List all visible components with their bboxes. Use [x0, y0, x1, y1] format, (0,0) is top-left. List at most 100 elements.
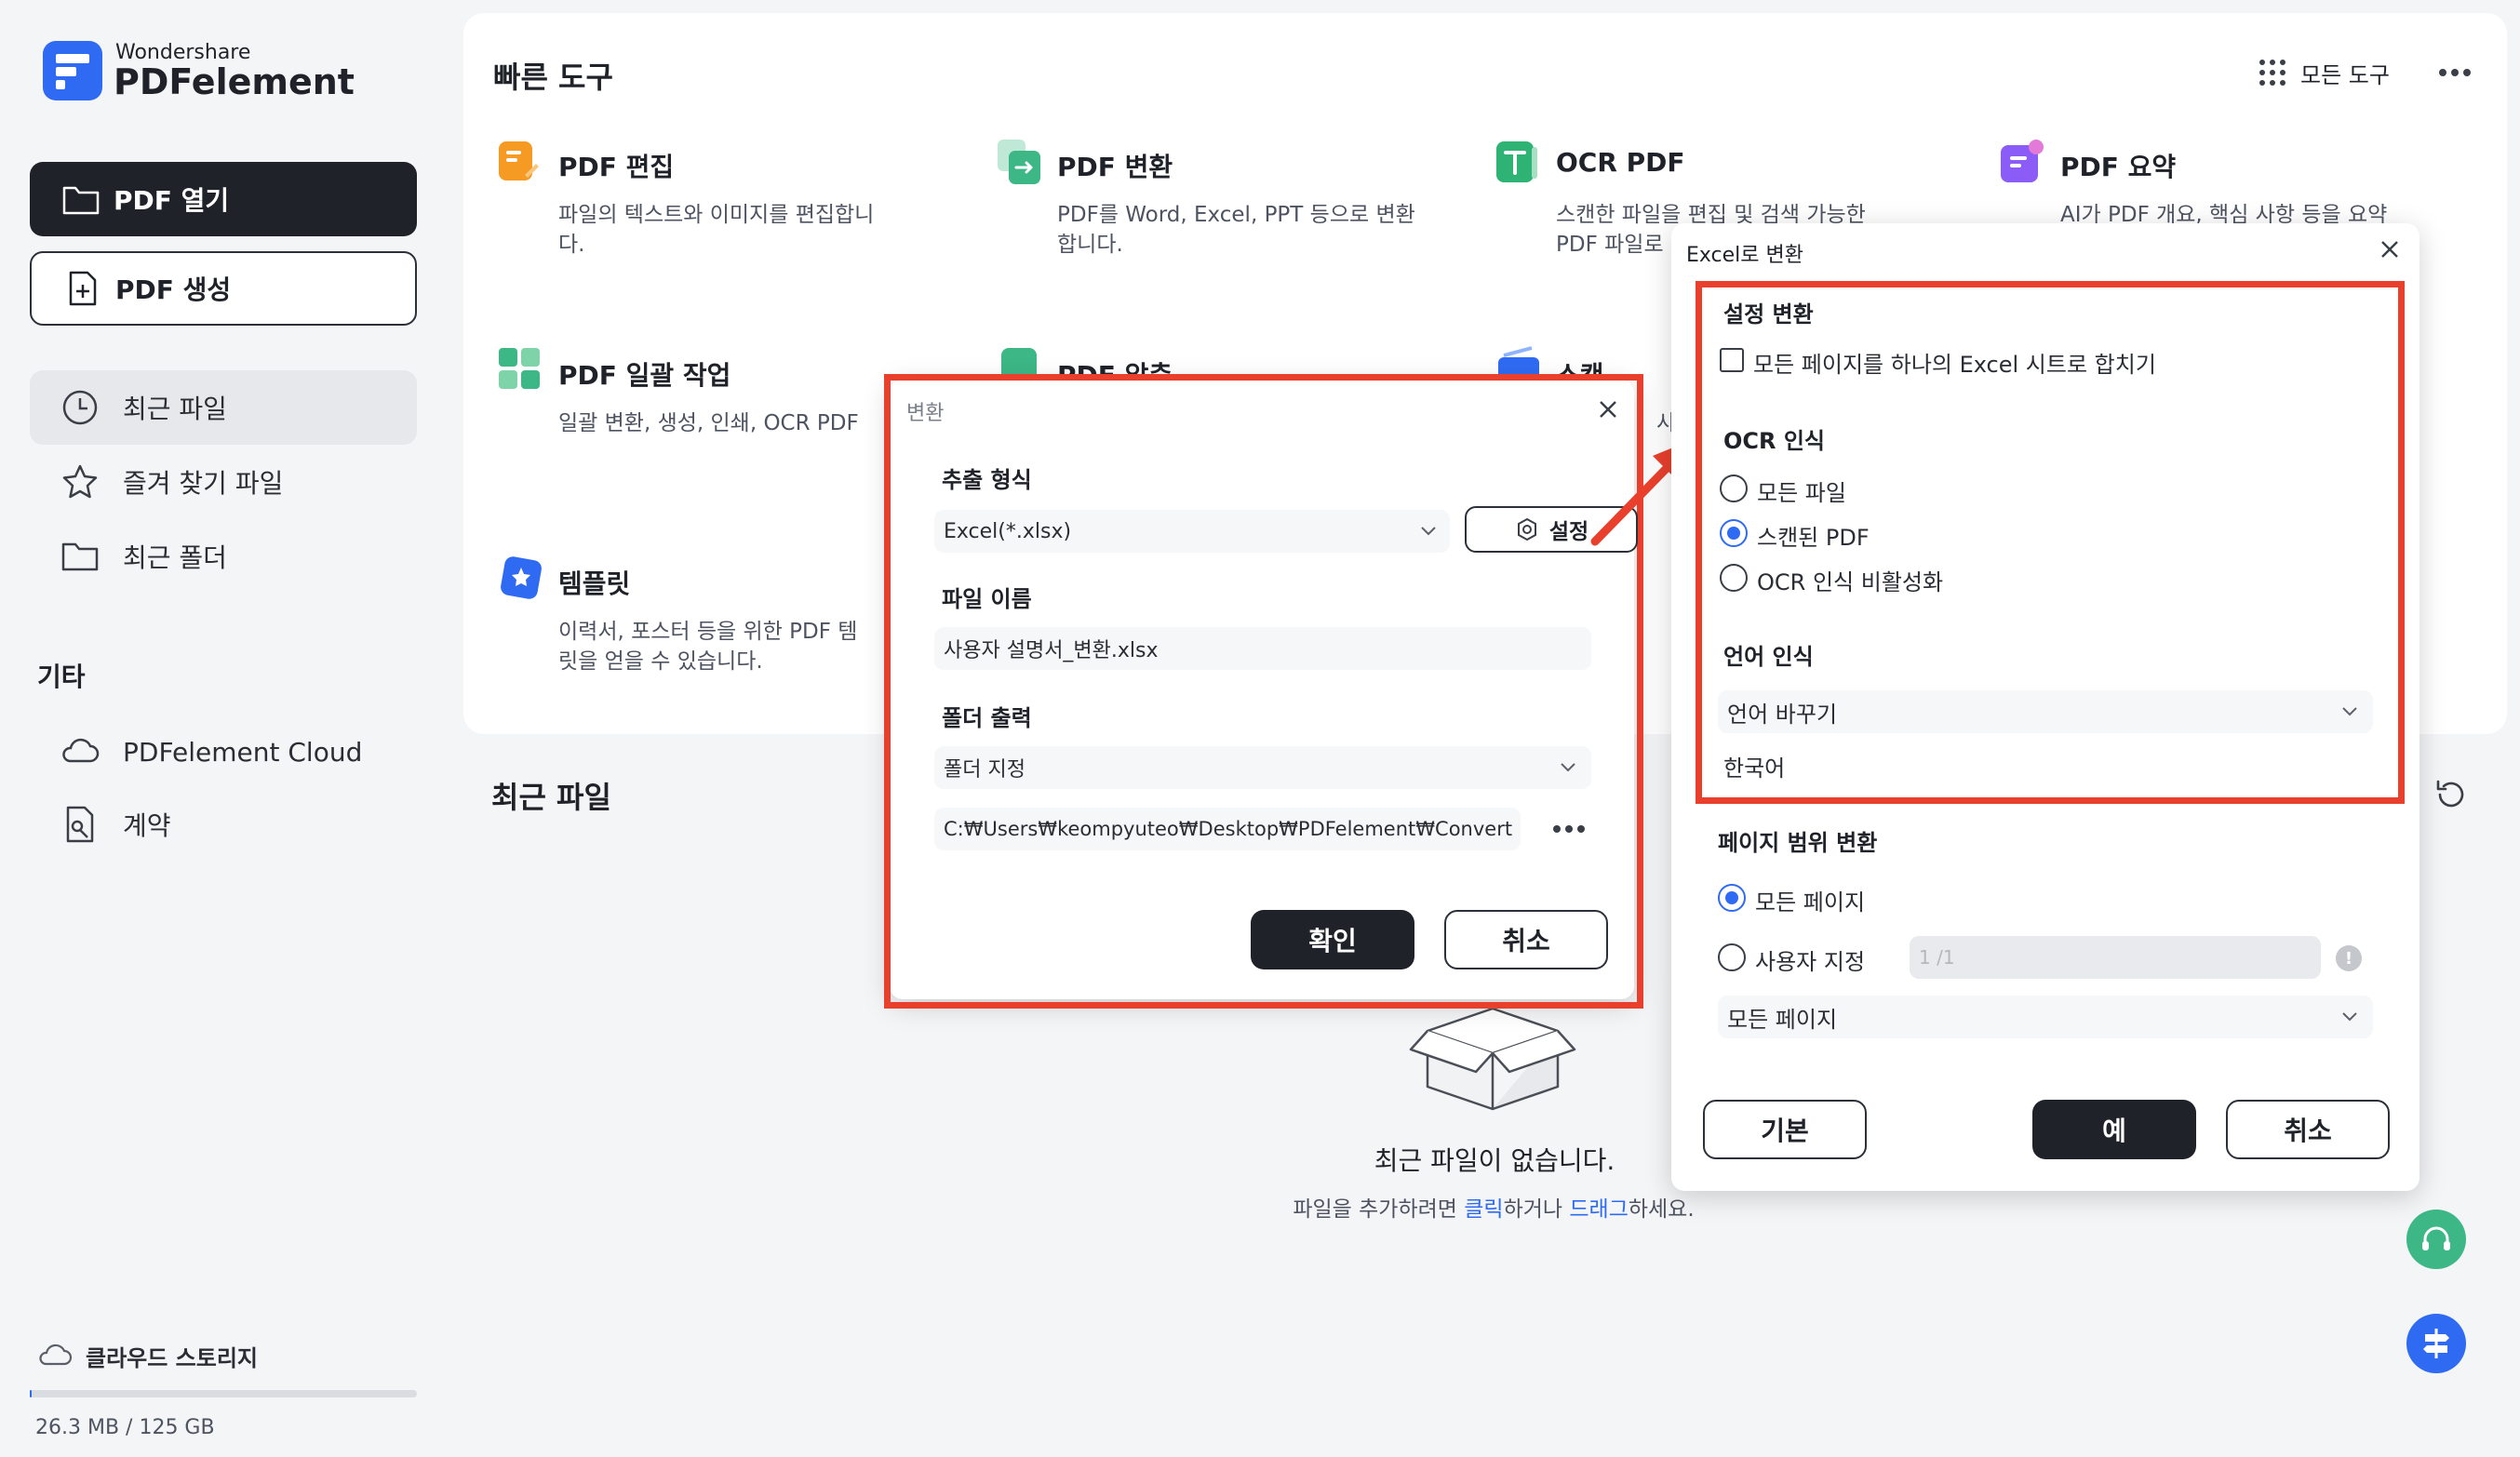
- gear-icon: [1517, 517, 1536, 541]
- empty-title: 최근 파일이 없습니다.: [1374, 1145, 1615, 1176]
- convert-icon: [998, 140, 1040, 184]
- range-radio-custom[interactable]: [1718, 943, 1746, 971]
- excel-dialog-title: Excel로 변환: [1686, 244, 1803, 267]
- nav-favorites[interactable]: 즐겨 찾기 파일: [30, 445, 417, 519]
- confirm-button[interactable]: 확인: [1251, 910, 1414, 969]
- nav-recent-folders[interactable]: 최근 폴더: [30, 519, 417, 594]
- ocr-radio-scanned[interactable]: [1720, 519, 1748, 547]
- create-pdf-button[interactable]: PDF 생성: [30, 251, 417, 326]
- page-range-heading: 페이지 범위 변환: [1718, 830, 1878, 856]
- cloud-icon: [39, 1343, 73, 1366]
- sidebar: Wondershare PDFelement PDF 열기 PDF 생성 최근 …: [0, 0, 449, 1457]
- quick-tools-heading: 빠른 도구: [493, 60, 613, 95]
- file-plus-icon: [69, 271, 97, 306]
- folder-select[interactable]: 폴더 지정: [934, 746, 1591, 789]
- hint-pre: 파일을 추가하려면: [1293, 1197, 1465, 1222]
- empty-box-icon: [1409, 1007, 1576, 1111]
- storage-usage: 26.3 MB / 125 GB: [35, 1416, 215, 1439]
- tool-pdf-summary-title: PDF 요약: [2060, 152, 2177, 182]
- tool-pdf-batch[interactable]: PDF 일괄 작업 일괄 변환, 생성, 인쇄, OCR PDF: [497, 346, 934, 448]
- all-tools-button[interactable]: 모든 도구: [2258, 54, 2390, 91]
- support-button[interactable]: [2406, 1210, 2466, 1269]
- settings-convert-heading: 설정 변환: [1723, 301, 1814, 327]
- empty-hint: 파일을 추가하려면 클릭하거나 드래그하세요.: [1238, 1191, 1749, 1223]
- template-icon: [501, 556, 542, 599]
- filename-value: 사용자 설명서_변환.xlsx: [944, 639, 1159, 662]
- page-range-placeholder: 1 /1: [1919, 946, 1955, 969]
- tool-template[interactable]: 템플릿 이력서, 포스터 등을 위한 PDF 템 릿을 얻을 수 있습니다.: [497, 555, 934, 694]
- storage-bar-fill: [30, 1390, 33, 1397]
- tool-pdf-convert-desc-2: 합니다.: [1057, 233, 1123, 257]
- page-subset-select[interactable]: 모든 페이지: [1718, 996, 2373, 1038]
- tool-pdf-edit-desc-2: 다.: [558, 233, 585, 257]
- tool-pdf-edit-desc-1: 파일의 텍스트와 이미지를 편집합니: [558, 203, 875, 227]
- settings-label: 설정: [1548, 520, 1589, 544]
- tool-pdf-batch-title: PDF 일괄 작업: [558, 360, 731, 391]
- ocr-heading: OCR 인식: [1723, 428, 1826, 454]
- format-label: 추출 형식: [942, 467, 1032, 493]
- tool-pdf-edit-title: PDF 편집: [558, 152, 675, 182]
- chevron-down-icon: [2342, 707, 2357, 716]
- folder-icon: [61, 542, 99, 571]
- nav-recent-files[interactable]: 최근 파일: [30, 370, 417, 445]
- chevron-down-icon: [1421, 527, 1436, 536]
- language-value[interactable]: 한국어: [1723, 750, 1785, 782]
- signpost-icon: [2423, 1329, 2449, 1358]
- nav-cloud[interactable]: PDFelement Cloud: [30, 715, 417, 789]
- ocr-icon: [1496, 141, 1537, 182]
- star-icon: [62, 464, 98, 499]
- merge-label: 모든 페이지를 하나의 Excel 시트로 합치기: [1753, 352, 2156, 378]
- close-icon[interactable]: [1597, 398, 1619, 421]
- folder-label: 폴더 출력: [942, 705, 1032, 731]
- drag-link[interactable]: 드래그: [1569, 1197, 1628, 1222]
- range-radio-all-pages[interactable]: [1718, 884, 1746, 912]
- nav-recent-files-label: 최근 파일: [123, 394, 227, 424]
- format-select[interactable]: Excel(*.xlsx): [934, 510, 1450, 553]
- filename-label: 파일 이름: [942, 586, 1032, 612]
- app-logo: [43, 41, 102, 100]
- pdfelement-logo-icon: [56, 54, 89, 89]
- merge-checkbox[interactable]: [1720, 348, 1744, 372]
- folder-icon: [62, 186, 100, 215]
- info-icon: !: [2336, 945, 2362, 971]
- hint-mid: 하거나: [1503, 1197, 1570, 1222]
- headset-icon: [2422, 1226, 2450, 1250]
- tool-pdf-batch-desc-1: 일괄 변환, 생성, 인쇄, OCR PDF: [558, 411, 859, 435]
- click-link[interactable]: 클릭: [1464, 1197, 1503, 1222]
- language-heading: 언어 인식: [1723, 644, 1814, 670]
- scan-icon: [1498, 346, 1539, 374]
- more-options-icon[interactable]: [2438, 67, 2472, 78]
- chevron-down-icon: [2342, 1012, 2357, 1022]
- feedback-button[interactable]: [2406, 1314, 2466, 1373]
- default-button[interactable]: 기본: [1703, 1100, 1867, 1159]
- browse-more-icon[interactable]: [1552, 824, 1586, 834]
- nav-contract[interactable]: 계약: [30, 787, 417, 862]
- excel-cancel-button[interactable]: 취소: [2226, 1100, 2390, 1159]
- format-value: Excel(*.xlsx): [944, 519, 1072, 543]
- ocr-option-disabled: OCR 인식 비활성화: [1757, 569, 1944, 595]
- filename-input[interactable]: 사용자 설명서_변환.xlsx: [934, 627, 1591, 670]
- refresh-icon[interactable]: [2433, 776, 2470, 813]
- tool-template-desc-1: 이력서, 포스터 등을 위한 PDF 템: [558, 620, 858, 644]
- open-pdf-button[interactable]: PDF 열기: [30, 162, 417, 236]
- range-option-custom: 사용자 지정: [1755, 949, 1866, 975]
- ocr-option-all-files: 모든 파일: [1757, 480, 1846, 506]
- language-select[interactable]: 언어 바꾸기: [1718, 690, 2373, 733]
- nav-recent-folders-label: 최근 폴더: [123, 542, 227, 573]
- ocr-radio-all-files[interactable]: [1720, 475, 1748, 502]
- tool-pdf-edit[interactable]: PDF 편집 파일의 텍스트와 이미지를 편집합니 다.: [497, 138, 934, 277]
- tool-pdf-convert[interactable]: PDF 변환 PDF를 Word, Excel, PPT 등으로 변환 합니다.: [996, 138, 1442, 277]
- output-path-input[interactable]: C:₩Users₩keompyuteo₩Desktop₩PDFelement₩C…: [934, 808, 1521, 850]
- yes-button[interactable]: 예: [2032, 1100, 2196, 1159]
- tool-ocr-pdf-desc-2: PDF 파일로: [1556, 233, 1664, 257]
- folder-value: 폴더 지정: [944, 758, 1025, 782]
- ocr-radio-disabled[interactable]: [1720, 564, 1748, 592]
- page-range-input[interactable]: 1 /1: [1910, 936, 2321, 979]
- close-icon[interactable]: [2379, 238, 2401, 261]
- cloud-icon: [62, 738, 100, 763]
- grid-icon: [2259, 60, 2285, 86]
- all-tools-label: 모든 도구: [2300, 61, 2390, 88]
- cancel-button[interactable]: 취소: [1444, 910, 1608, 969]
- chevron-down-icon: [1561, 763, 1575, 772]
- edit-icon: [499, 141, 539, 180]
